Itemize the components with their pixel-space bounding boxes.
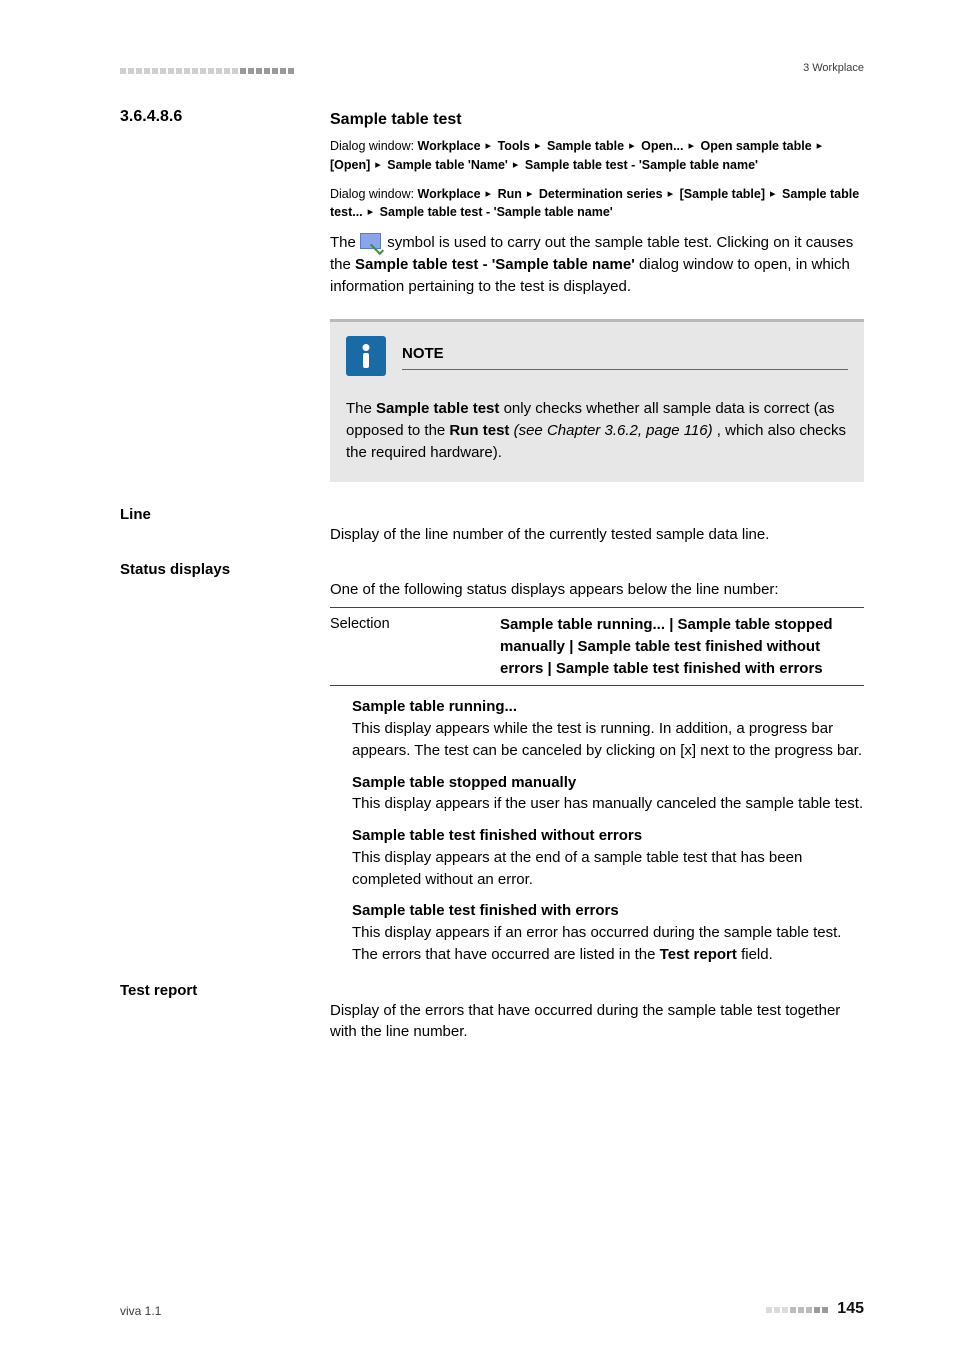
dialog-path-1-seg-7: Sample table test - 'Sample table name' (525, 158, 758, 172)
dialog-path-2: Dialog window: Workplace Run Determinati… (330, 185, 864, 223)
footer-ornament-dots (766, 1307, 828, 1313)
dialog-path-2-seg-1: Run (498, 187, 522, 201)
line-label: Line (120, 506, 320, 546)
status-item-2-body: This display appears at the end of a sam… (352, 847, 864, 891)
footer-version: viva 1.1 (120, 1304, 161, 1318)
page-footer: viva 1.1 145 (120, 1300, 864, 1318)
status-term-list: Sample table running... This display app… (330, 696, 864, 965)
note-body: The Sample table test only checks whethe… (346, 398, 848, 463)
intro-text-c: Sample table test - 'Sample table name' (355, 256, 635, 273)
selection-value: Sample table running... | Sample table s… (500, 608, 864, 685)
status-item-3-body: This display appears if an error has occ… (352, 922, 864, 966)
page-header: 3 Workplace (120, 62, 864, 74)
status-item-1-title: Sample table stopped manually (352, 772, 864, 794)
dialog-path-2-prefix: Dialog window: (330, 187, 418, 201)
status-displays-label: Status displays (120, 561, 320, 965)
status-item-0-title: Sample table running... (352, 696, 864, 718)
status-item-1-body: This display appears if the user has man… (352, 793, 864, 815)
status-item-3-title: Sample table test finished with errors (352, 900, 864, 922)
page-number: 145 (837, 1300, 864, 1317)
dialog-path-1-seg-0: Workplace (418, 139, 481, 153)
intro-paragraph: The symbol is used to carry out the samp… (330, 232, 864, 297)
note-title: NOTE (402, 343, 848, 365)
dialog-path-1-prefix: Dialog window: (330, 139, 418, 153)
note-box: NOTE The Sample table test only checks w… (330, 319, 864, 481)
dialog-path-1-seg-4: Open sample table (701, 139, 812, 153)
info-icon (346, 336, 386, 376)
header-ornament-dots (120, 68, 294, 74)
intro-text-a: The (330, 234, 360, 251)
dialog-path-1-seg-6: Sample table 'Name' (387, 158, 508, 172)
status-intro: One of the following status displays app… (330, 579, 864, 601)
header-chapter: 3 Workplace (803, 62, 864, 74)
note-body-e: (see Chapter 3.6.2, page 116) (514, 422, 713, 439)
line-text: Display of the line number of the curren… (330, 524, 864, 546)
dialog-path-2-seg-2: Determination series (539, 187, 663, 201)
note-body-a: The (346, 400, 376, 417)
note-divider (402, 369, 848, 370)
status-item-0-body: This display appears while the test is r… (352, 718, 864, 762)
section-number: 3.6.4.8.6 (120, 108, 182, 125)
dialog-path-1-seg-2: Sample table (547, 139, 624, 153)
dialog-path-1-seg-3: Open... (641, 139, 683, 153)
dialog-path-2-seg-0: Workplace (418, 187, 481, 201)
footer-right: 145 (766, 1300, 864, 1318)
section-title: Sample table test (330, 111, 462, 128)
dialog-path-2-seg-3: [Sample table] (680, 187, 765, 201)
selection-label: Selection (330, 608, 500, 685)
sample-table-test-icon (360, 233, 381, 249)
dialog-path-1-seg-5: [Open] (330, 158, 370, 172)
dialog-path-1-seg-1: Tools (498, 139, 530, 153)
section-number-col: 3.6.4.8.6 (120, 108, 320, 482)
dialog-path-1: Dialog window: Workplace Tools Sample ta… (330, 137, 864, 175)
test-report-label: Test report (120, 982, 320, 1044)
dialog-path-2-seg-5: Sample table test - 'Sample table name' (380, 205, 613, 219)
status-item-2-title: Sample table test finished without error… (352, 825, 864, 847)
status-item-3-body-c: field. (741, 946, 773, 963)
note-body-b: Sample table test (376, 400, 499, 417)
status-item-3-body-b: Test report (660, 946, 737, 963)
selection-table: Selection Sample table running... | Samp… (330, 607, 864, 686)
note-body-d: Run test (449, 422, 509, 439)
test-report-text: Display of the errors that have occurred… (330, 1000, 864, 1044)
